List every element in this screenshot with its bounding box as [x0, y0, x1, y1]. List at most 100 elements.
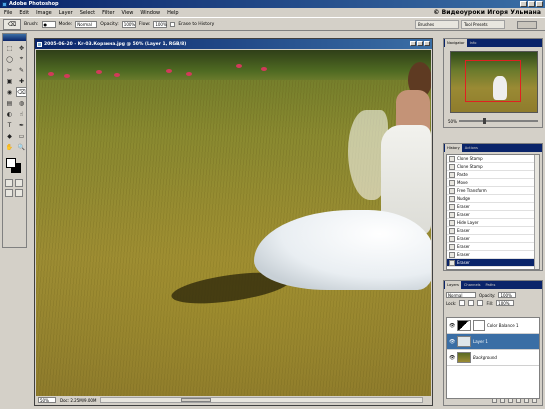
quick-mask-mode-button[interactable]	[15, 179, 23, 187]
maximize-button[interactable]	[528, 1, 535, 7]
document-maximize-button[interactable]	[417, 41, 423, 46]
lock-image-button[interactable]	[468, 300, 475, 306]
layer-row-color-balance[interactable]: 👁 Color Balance 1	[447, 318, 539, 334]
zoom-tool-icon[interactable]: 🔍	[16, 142, 27, 152]
menu-help[interactable]: Help	[167, 10, 178, 16]
navigator-thumbnail[interactable]	[450, 51, 538, 113]
layer-opacity-field[interactable]: 100%	[498, 292, 517, 298]
history-item[interactable]: Eraser	[447, 227, 539, 235]
menu-window[interactable]: Window	[140, 10, 160, 16]
horizontal-scrollbar[interactable]	[100, 397, 423, 403]
tab-info[interactable]: Info	[468, 39, 479, 47]
zoom-slider-knob[interactable]	[482, 118, 486, 124]
history-item[interactable]: Paste	[447, 171, 539, 179]
scrollbar-thumb[interactable]	[181, 398, 212, 402]
menu-filter[interactable]: Filter	[102, 10, 114, 16]
brush-tool-icon[interactable]: ✚	[16, 76, 27, 86]
marquee-tool-icon[interactable]: ⬚	[4, 43, 15, 53]
clone-stamp-tool-icon[interactable]: ◉	[4, 87, 15, 97]
navigator-view-box[interactable]	[465, 60, 521, 102]
add-mask-icon[interactable]	[508, 398, 513, 403]
history-item[interactable]: Eraser	[447, 259, 539, 267]
brush-picker[interactable]: ●	[41, 20, 56, 28]
navigator-zoom-slider[interactable]	[458, 118, 538, 124]
lock-transparency-button[interactable]	[459, 300, 466, 306]
move-tool-icon[interactable]: ✥	[16, 43, 27, 53]
dock-icon[interactable]	[517, 21, 537, 29]
standard-mode-button[interactable]	[5, 179, 13, 187]
screen-mode-full-button[interactable]	[15, 189, 23, 197]
gradient-tool-icon[interactable]: ▤	[4, 98, 15, 108]
menu-view[interactable]: View	[122, 10, 134, 16]
history-item[interactable]: Free Transform	[447, 187, 539, 195]
foreground-color-swatch[interactable]	[6, 158, 16, 168]
crop-tool-icon[interactable]: ✂	[4, 65, 15, 75]
hand-tool-icon[interactable]: ✋	[4, 142, 15, 152]
menu-edit[interactable]: Edit	[19, 10, 29, 16]
opacity-field[interactable]: 100%	[121, 20, 136, 28]
history-item[interactable]: Eraser	[447, 211, 539, 219]
blend-mode-select[interactable]: Normal	[446, 292, 476, 298]
document-minimize-button[interactable]	[410, 41, 416, 46]
layer-mask-thumbnail[interactable]	[473, 320, 485, 331]
eraser-tool-icon[interactable]: ⌫	[16, 87, 27, 97]
erase-to-history-checkbox[interactable]	[170, 21, 176, 27]
history-item[interactable]: Clone Stamp	[447, 163, 539, 171]
tab-layers[interactable]: Layers	[445, 281, 461, 289]
brushes-tab[interactable]: Brushes	[415, 20, 459, 29]
screen-mode-standard-button[interactable]	[5, 189, 13, 197]
history-item[interactable]: Nudge	[447, 195, 539, 203]
toolbox-grip[interactable]	[3, 34, 26, 41]
tool-presets-tab[interactable]: Tool Presets	[461, 20, 505, 29]
new-layer-icon[interactable]	[524, 398, 529, 403]
history-scrollbar[interactable]	[534, 155, 539, 269]
tab-paths[interactable]: Paths	[484, 281, 498, 289]
history-item[interactable]: Eraser	[447, 203, 539, 211]
path-selection-tool-icon[interactable]: ☝	[16, 109, 27, 119]
layer-row-layer-1[interactable]: 👁 Layer 1	[447, 334, 539, 350]
history-item[interactable]: Hide Layer	[447, 219, 539, 227]
new-group-icon[interactable]	[516, 398, 521, 403]
history-item[interactable]: Move	[447, 179, 539, 187]
pen-tool-icon[interactable]: ✒	[16, 120, 27, 130]
minimize-button[interactable]	[520, 1, 527, 7]
type-tool-icon[interactable]: T	[4, 120, 15, 130]
navigator-zoom-value[interactable]: 50%	[448, 119, 457, 124]
history-item[interactable]: Eraser	[447, 235, 539, 243]
history-item[interactable]: Clone Stamp	[447, 155, 539, 163]
document-close-button[interactable]	[424, 41, 430, 46]
menu-select[interactable]: Select	[80, 10, 95, 16]
image-canvas[interactable]	[36, 50, 431, 396]
visibility-eye-icon[interactable]: 👁	[449, 339, 455, 345]
menu-file[interactable]: File	[4, 10, 12, 16]
menu-image[interactable]: Image	[36, 10, 52, 16]
tab-channels[interactable]: Channels	[462, 281, 483, 289]
dodge-tool-icon[interactable]: ◐	[4, 109, 15, 119]
shape-tool-icon[interactable]: ▭	[16, 131, 27, 141]
document-title-bar[interactable]: 2005-06-20 - Kr-03.Корзина.jpg @ 50% (La…	[35, 39, 432, 49]
healing-brush-tool-icon[interactable]: ▣	[4, 76, 15, 86]
visibility-eye-icon[interactable]: 👁	[449, 323, 455, 329]
layer-style-icon[interactable]	[500, 398, 505, 403]
notes-tool-icon[interactable]: ◆	[4, 131, 15, 141]
zoom-field[interactable]: 50%	[38, 397, 56, 403]
history-item[interactable]: Eraser	[447, 251, 539, 259]
layer-row-background[interactable]: 👁 Background	[447, 350, 539, 366]
doc-size-info[interactable]: Doc: 2.25M/9.00M	[60, 398, 96, 403]
mode-select[interactable]: Normal	[75, 20, 98, 28]
close-button[interactable]	[536, 1, 543, 7]
visibility-eye-icon[interactable]: 👁	[449, 355, 455, 361]
menu-layer[interactable]: Layer	[59, 10, 73, 16]
history-item[interactable]: Eraser	[447, 243, 539, 251]
trash-icon[interactable]	[532, 398, 537, 403]
tab-history[interactable]: History	[445, 144, 462, 152]
lock-position-button[interactable]	[477, 300, 484, 306]
magic-wand-tool-icon[interactable]: ⌖	[16, 54, 27, 64]
blur-tool-icon[interactable]: ◍	[16, 98, 27, 108]
eraser-preset-icon[interactable]: ⌫	[3, 18, 21, 30]
fill-field[interactable]: 100%	[496, 300, 515, 306]
tab-navigator[interactable]: Navigator	[445, 39, 467, 47]
flow-field[interactable]: 100%	[153, 20, 168, 28]
lasso-tool-icon[interactable]: ◯	[4, 54, 15, 64]
slice-tool-icon[interactable]: ✎	[16, 65, 27, 75]
